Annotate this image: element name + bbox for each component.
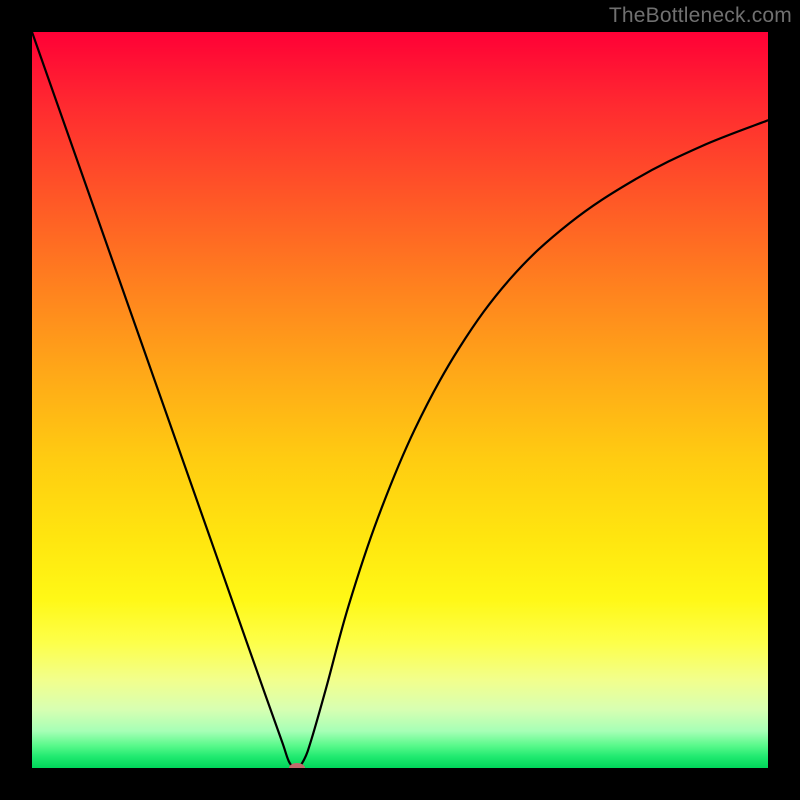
watermark-text: TheBottleneck.com [609,4,792,28]
bottleneck-curve [32,32,768,768]
minimum-marker [289,763,305,768]
plot-area [32,32,768,768]
chart-frame: TheBottleneck.com [0,0,800,800]
curve-path [32,32,768,768]
